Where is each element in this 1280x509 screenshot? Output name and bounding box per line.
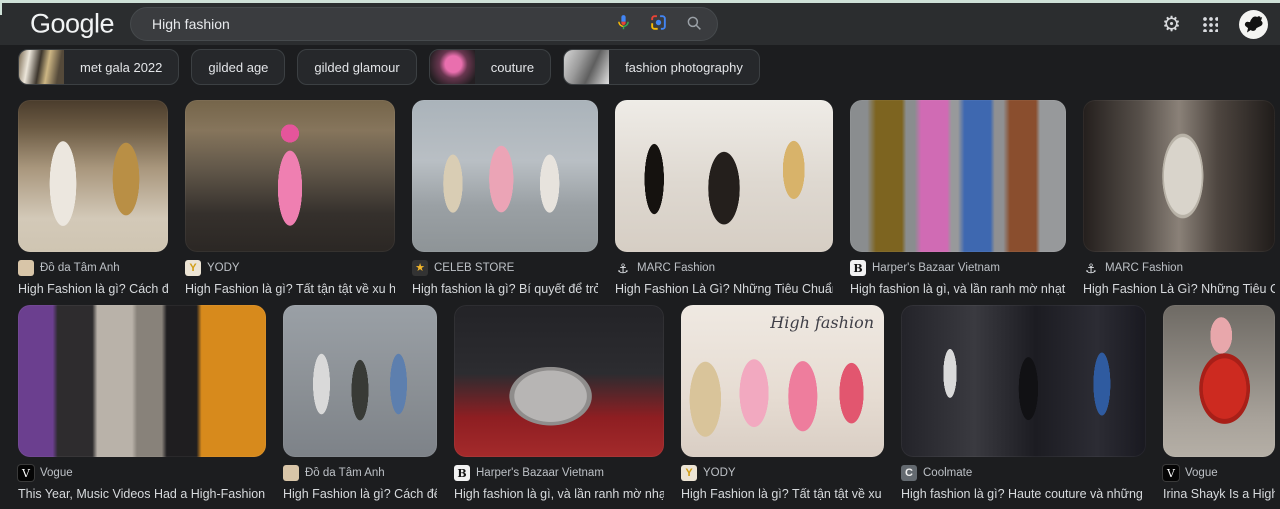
apps-grid-icon	[1202, 16, 1218, 32]
search-bar[interactable]	[130, 7, 718, 41]
source-favicon	[283, 465, 299, 481]
result-title[interactable]: High fashion là gì? Bí quyết để trở thà.…	[412, 282, 598, 296]
result-title[interactable]: High Fashion là gì? Tất tận tật về xu hư…	[681, 487, 884, 501]
image-result-card: B Harper's Bazaar Vietnam High fashion l…	[850, 100, 1066, 296]
image-result-card: High fashion Y YODY High Fashion là gì? …	[681, 305, 884, 501]
voice-search-button[interactable]	[615, 14, 632, 34]
image-overlay-text: High fashion	[770, 313, 874, 332]
source-name: YODY	[207, 262, 240, 274]
image-result-card: V Vogue This Year, Music Videos Had a Hi…	[18, 305, 266, 501]
result-title[interactable]: High Fashion là gì? Tất tận tật về xu hư…	[185, 282, 395, 296]
microphone-icon	[615, 14, 632, 34]
chip-fashion-photography[interactable]: fashion photography	[563, 49, 760, 85]
image-result-card: ★ CELEB STORE High fashion là gì? Bí quy…	[412, 100, 598, 296]
result-image[interactable]	[283, 305, 437, 457]
result-title[interactable]: High fashion là gì? Haute couture và nhữ…	[901, 487, 1146, 501]
source-favicon: ⚓	[1085, 260, 1097, 276]
result-title[interactable]: Irina Shayk Is a High-F...	[1163, 487, 1275, 501]
chip-gilded-glamour[interactable]: gilded glamour	[297, 49, 417, 85]
image-result-card: V Vogue Irina Shayk Is a High-F...	[1163, 305, 1275, 501]
google-logo[interactable]: Google	[30, 9, 115, 40]
result-title[interactable]: This Year, Music Videos Had a High-Fashi…	[18, 487, 266, 501]
source-favicon: V	[18, 465, 34, 481]
source-name: Harper's Bazaar Vietnam	[872, 262, 1000, 274]
source-favicon: Y	[185, 260, 201, 276]
result-image[interactable]	[615, 100, 833, 252]
source-name: Harper's Bazaar Vietnam	[476, 467, 604, 479]
settings-gear-icon: ⚙	[1162, 11, 1181, 36]
chip-couture[interactable]: couture	[428, 49, 552, 85]
image-result-card: Đồ da Tâm Anh High Fashion là gì? Cách đ…	[283, 305, 437, 501]
result-title[interactable]: High Fashion là gì? Cách để t...	[283, 487, 437, 501]
chip-thumbnail	[564, 50, 610, 84]
search-icon	[685, 14, 703, 35]
settings-button[interactable]: ⚙	[1162, 11, 1181, 36]
source-favicon: ★	[412, 260, 428, 276]
result-title[interactable]: High fashion là gì, và lần ranh mờ nhạt …	[850, 282, 1066, 296]
google-apps-button[interactable]	[1202, 16, 1218, 32]
result-image[interactable]	[412, 100, 598, 252]
source-name: Đồ da Tâm Anh	[40, 262, 120, 274]
source-name: Vogue	[40, 467, 73, 479]
result-image[interactable]	[850, 100, 1066, 252]
google-images-results-page: Google High fashion ⚙ met gala 2022 gild…	[0, 0, 1280, 509]
result-image[interactable]	[1083, 100, 1275, 252]
result-image[interactable]	[185, 100, 395, 252]
result-title[interactable]: High Fashion là gì? Cách để ...	[18, 282, 168, 296]
search-submit-button[interactable]	[685, 14, 703, 35]
source-favicon: B	[850, 260, 866, 276]
image-result-card: ⚓ MARC Fashion High Fashion Là Gì? Những…	[1083, 100, 1275, 296]
result-image[interactable]	[18, 100, 168, 252]
image-result-card: ⚓ MARC Fashion High Fashion Là Gì? Những…	[615, 100, 833, 296]
result-image[interactable]	[18, 305, 266, 457]
camera-lens-icon	[649, 13, 668, 35]
source-name: Vogue	[1185, 467, 1218, 479]
source-name: Đồ da Tâm Anh	[305, 467, 385, 479]
source-favicon	[18, 260, 34, 276]
result-title[interactable]: High fashion là gì, và lần ranh mờ nhạt …	[454, 487, 664, 501]
source-name: Coolmate	[923, 467, 973, 479]
top-app-bar: Google High fashion ⚙	[0, 3, 1280, 45]
window-left-edge	[0, 0, 2, 15]
result-image[interactable]: High fashion	[681, 305, 884, 457]
source-name: MARC Fashion	[1105, 262, 1183, 274]
result-image[interactable]	[454, 305, 664, 457]
search-input[interactable]	[152, 16, 615, 32]
chip-thumbnail	[429, 50, 475, 84]
result-image[interactable]	[1163, 305, 1275, 457]
result-title[interactable]: High Fashion Là Gì? Những Tiêu Chuẩ...	[1083, 282, 1275, 296]
image-result-card: C Coolmate High fashion là gì? Haute cou…	[901, 305, 1146, 501]
chip-gilded-age[interactable]: gilded age	[191, 49, 286, 85]
account-avatar-button[interactable]	[1239, 9, 1268, 39]
source-favicon: ⚓	[617, 260, 629, 276]
source-favicon: Y	[681, 465, 697, 481]
source-name: CELEB STORE	[434, 262, 515, 274]
source-favicon: C	[901, 465, 917, 481]
chip-met-gala-2022[interactable]: met gala 2022	[18, 49, 180, 85]
chip-thumbnail	[19, 50, 64, 84]
result-title[interactable]: High Fashion Là Gì? Những Tiêu Chuẩn Và …	[615, 282, 833, 296]
related-searches-chip-row: met gala 2022 gilded age gilded glamour …	[18, 49, 760, 85]
image-result-card: Đồ da Tâm Anh High Fashion là gì? Cách đ…	[18, 100, 168, 296]
avatar	[1239, 9, 1268, 39]
source-name: YODY	[703, 467, 736, 479]
search-by-image-button[interactable]	[649, 13, 668, 35]
image-result-card: B Harper's Bazaar Vietnam High fashion l…	[454, 305, 664, 501]
source-favicon: V	[1163, 465, 1179, 481]
source-name: MARC Fashion	[637, 262, 715, 274]
result-image[interactable]	[901, 305, 1146, 457]
source-favicon: B	[454, 465, 470, 481]
image-result-card: Y YODY High Fashion là gì? Tất tận tật v…	[185, 100, 395, 296]
window-top-edge	[0, 0, 1280, 3]
